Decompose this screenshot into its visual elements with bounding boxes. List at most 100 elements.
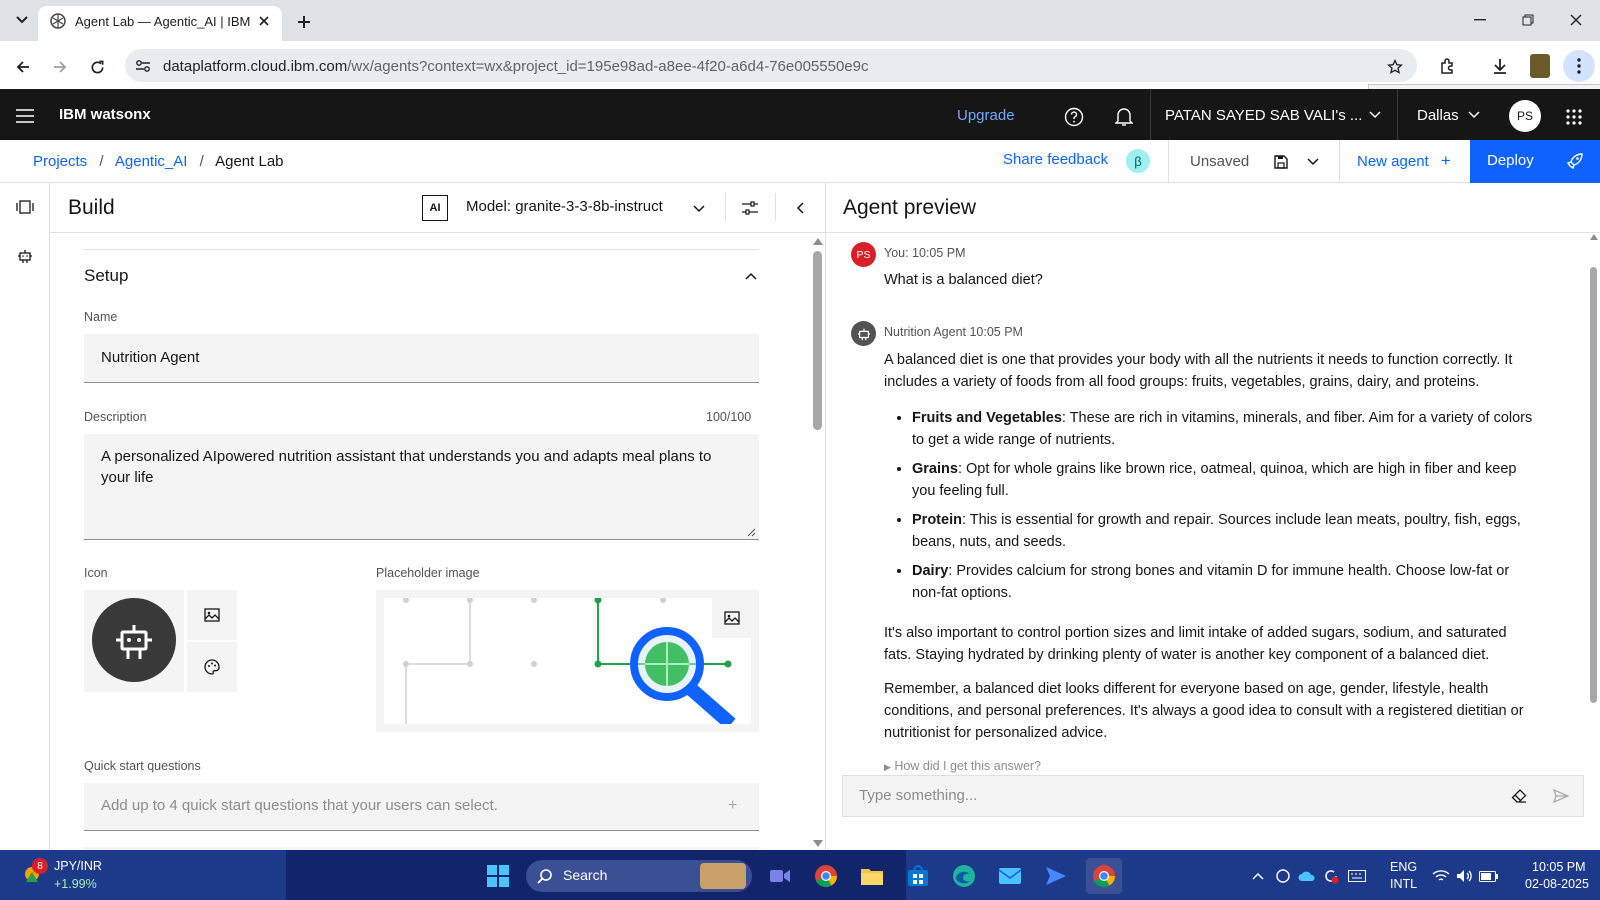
caret-right-icon: ▶ — [884, 762, 891, 772]
window-restore-icon[interactable] — [1516, 8, 1540, 32]
taskbar-search-label: Search — [563, 867, 608, 883]
quick-start-input[interactable]: Add up to 4 quick start questions that y… — [84, 783, 759, 831]
add-icon: + — [1440, 151, 1451, 170]
resize-handle-icon[interactable] — [747, 528, 756, 537]
list-item: Dairy: Provides calcium for strong bones… — [912, 560, 1534, 604]
description-count: 100/100 — [706, 410, 752, 424]
language-code[interactable]: ENG — [1390, 860, 1417, 874]
build-scrollbar-thumb[interactable] — [813, 251, 822, 430]
description-textarea[interactable]: A personalized AIpowered nutrition assis… — [84, 434, 759, 540]
breadcrumb-projects[interactable]: Projects — [33, 153, 87, 170]
window-close-icon[interactable] — [1564, 8, 1588, 32]
save-icon[interactable] — [1270, 151, 1292, 173]
upload-placeholder-image-button[interactable] — [712, 598, 752, 638]
share-feedback-link[interactable]: Share feedback — [1003, 151, 1108, 168]
send-icon[interactable] — [1550, 785, 1572, 807]
deploy-label: Deploy — [1487, 152, 1534, 169]
model-chevron-down-icon[interactable] — [690, 200, 708, 218]
deploy-button[interactable]: Deploy — [1470, 140, 1600, 183]
placeholder-image-label: Placeholder image — [376, 566, 480, 580]
extensions-icon[interactable] — [1434, 52, 1462, 80]
forward-arrow-icon[interactable] — [47, 54, 73, 80]
volume-icon[interactable] — [1454, 866, 1476, 886]
agent-intro: A balanced diet is one that provides you… — [884, 352, 1513, 390]
wifi-icon[interactable] — [1430, 866, 1452, 886]
brand-name[interactable]: IBM watsonx — [59, 106, 151, 123]
window-minimize-icon[interactable] — [1468, 8, 1492, 32]
settings-sliders-icon[interactable] — [738, 196, 762, 220]
chrome-active-taskbar-icon[interactable] — [1086, 858, 1122, 894]
chrome-taskbar-icon[interactable] — [812, 862, 840, 890]
reload-icon[interactable] — [84, 54, 110, 80]
how-did-i-get-answer-toggle[interactable]: ▶ How did I get this answer? — [884, 759, 1041, 773]
app-switcher-icon[interactable] — [1561, 104, 1587, 130]
ticker-change: +1.99% — [54, 877, 97, 891]
side-panel-icon[interactable] — [13, 195, 37, 219]
upgrade-link[interactable]: Upgrade — [957, 107, 1015, 124]
preview-scrollbar-thumb[interactable] — [1590, 267, 1597, 703]
add-question-icon[interactable]: + — [728, 797, 737, 815]
breadcrumb-agentic-ai[interactable]: Agentic_AI — [115, 153, 188, 170]
save-options-chevron-icon[interactable] — [1304, 153, 1322, 171]
upload-icon-image-button[interactable] — [187, 590, 237, 640]
new-tab-icon[interactable] — [291, 9, 317, 35]
back-arrow-icon[interactable] — [10, 54, 36, 80]
name-input[interactable]: Nutrition Agent — [84, 334, 759, 383]
account-switcher[interactable]: PATAN SAYED SAB VALI's ... — [1165, 107, 1362, 124]
notification-bell-icon[interactable] — [1110, 103, 1138, 131]
edge-icon[interactable] — [950, 862, 978, 890]
site-info-icon[interactable] — [133, 56, 153, 76]
store-icon[interactable] — [904, 862, 932, 890]
new-agent-button[interactable]: New agent + — [1357, 151, 1451, 171]
save-status: Unsaved — [1190, 153, 1250, 170]
tray-app-icon[interactable] — [1272, 866, 1294, 886]
new-agent-label: New agent — [1357, 153, 1429, 170]
crumb-divider — [1168, 140, 1169, 183]
chat-input[interactable]: Type something... — [859, 787, 977, 804]
collapse-chevron-left-icon[interactable] — [788, 196, 812, 220]
download-icon[interactable] — [1486, 52, 1514, 80]
header-divider — [1150, 89, 1151, 140]
scroll-down-icon[interactable] — [813, 840, 823, 847]
hamburger-menu-icon[interactable] — [12, 104, 38, 128]
sync-alert-icon[interactable] — [1320, 866, 1342, 886]
keyboard-icon[interactable] — [1346, 866, 1368, 886]
send-app-icon[interactable] — [1042, 862, 1070, 890]
user-avatar[interactable]: PS — [1509, 100, 1541, 132]
scroll-up-icon[interactable] — [813, 238, 823, 245]
agent-robot-icon[interactable] — [13, 244, 37, 268]
color-palette-button[interactable] — [187, 642, 237, 692]
account-chevron-down-icon[interactable] — [1367, 107, 1383, 123]
windows-start-icon[interactable] — [484, 862, 512, 890]
mail-icon[interactable] — [996, 862, 1024, 890]
bookmark-star-icon[interactable] — [1382, 54, 1408, 80]
list-item: Grains: Opt for whole grains like brown … — [912, 458, 1534, 502]
setup-heading[interactable]: Setup — [84, 266, 128, 286]
eraser-icon[interactable] — [1508, 785, 1530, 807]
agent-paragraph-3: Remember, a balanced diet looks differen… — [884, 681, 1524, 741]
search-highlight-image — [700, 863, 746, 889]
setup-chevron-up-icon[interactable] — [741, 266, 761, 286]
model-selector[interactable]: Model: granite-3-3-8b-instruct — [466, 198, 663, 215]
tray-chevron-up-icon[interactable] — [1248, 866, 1268, 886]
battery-icon[interactable] — [1478, 866, 1500, 886]
quick-start-label: Quick start questions — [84, 759, 201, 773]
region-selector[interactable]: Dallas — [1417, 107, 1459, 124]
teams-meet-icon[interactable] — [766, 862, 794, 890]
tab-search-chevron-icon[interactable] — [10, 8, 34, 32]
preview-scroll-up-icon[interactable] — [1590, 234, 1598, 240]
clock-time[interactable]: 10:05 PM — [1532, 860, 1586, 874]
ai-badge: AI — [422, 195, 448, 221]
tab-close-icon[interactable] — [255, 12, 273, 30]
nutrient-list: Fruits and Vegetables: These are rich in… — [884, 407, 1534, 604]
chrome-menu-icon[interactable] — [1563, 50, 1595, 82]
help-icon[interactable] — [1060, 103, 1088, 131]
file-explorer-icon[interactable] — [858, 862, 886, 890]
ticker-name[interactable]: JPY/INR — [54, 859, 102, 873]
region-chevron-down-icon[interactable] — [1466, 107, 1482, 123]
url-text: dataplatform.cloud.ibm.com/wx/agents?con… — [163, 58, 869, 75]
tab-favicon-icon — [50, 13, 66, 29]
onedrive-icon[interactable] — [1296, 866, 1318, 886]
profile-avatar[interactable] — [1530, 54, 1550, 78]
user-message: What is a balanced diet? — [884, 272, 1043, 288]
